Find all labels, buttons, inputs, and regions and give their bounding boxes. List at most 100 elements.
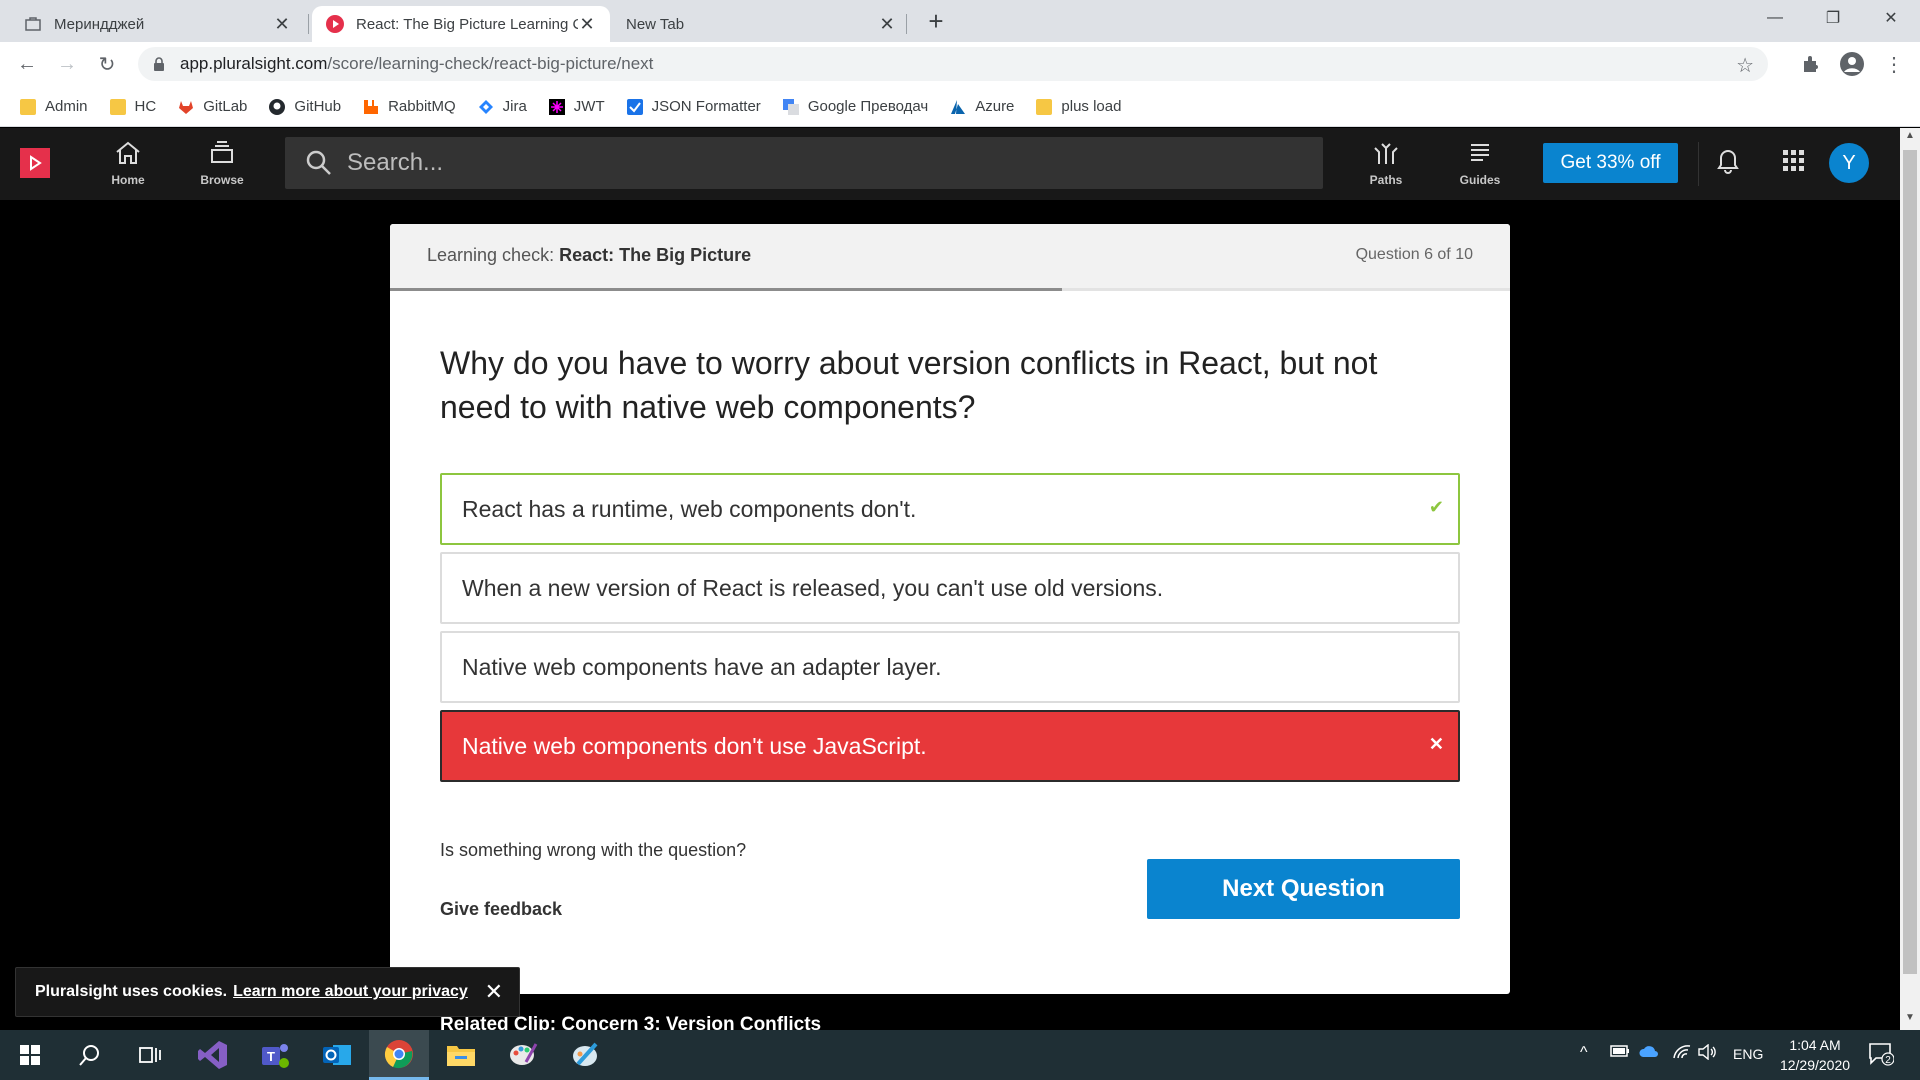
paint-icon[interactable] [493,1030,553,1080]
windows-start-icon[interactable] [0,1030,60,1080]
file-explorer-icon[interactable] [431,1030,491,1080]
scroll-up-arrow-icon[interactable]: ▲ [1900,130,1920,146]
jwt-icon [548,98,565,115]
paths-icon [1374,143,1398,164]
wifi-icon[interactable] [1672,1044,1692,1063]
bookmark-gitlab[interactable]: GitLab [178,98,247,115]
back-button[interactable]: ← [13,50,41,78]
tab-new-tab[interactable]: New Tab ✕ [612,6,910,42]
bookmark-hc[interactable]: HC [109,98,157,115]
close-icon[interactable]: ✕ [273,14,291,35]
answer-option-4[interactable]: Native web components don't use JavaScri… [440,710,1460,782]
bookmark-label: Google Преводач [807,98,929,115]
nav-browse[interactable]: Browse [187,140,257,190]
nav-paths[interactable]: Paths [1351,140,1421,190]
bookmark-label: JSON Formatter [651,98,761,115]
answer-option-2[interactable]: When a new version of React is released,… [440,552,1460,624]
avatar[interactable]: Y [1829,143,1869,183]
search-bar[interactable] [285,137,1323,189]
svg-text:T: T [267,1049,275,1064]
reload-button[interactable]: ↻ [93,50,121,78]
outlook-icon[interactable] [307,1030,367,1080]
question-counter: Question 6 of 10 [1355,246,1473,263]
windows-taskbar: T ^ ENG 1:04 AM 12/29/2020 2 [0,1030,1920,1080]
menu-kebab-icon[interactable]: ⋮ [1880,50,1908,78]
tab-label: New Tab [626,15,685,33]
restore-button[interactable]: ❐ [1804,0,1862,36]
tab-react-big-picture[interactable]: React: The Big Picture Learning C ✕ [312,6,610,42]
clock[interactable]: 1:04 AM 12/29/2020 [1765,1035,1865,1075]
bookmark-google-translate[interactable]: Google Преводач [782,98,929,115]
close-icon[interactable]: ✕ [485,979,503,1005]
answer-option-1[interactable]: React has a runtime, web components don'… [440,473,1460,545]
answer-option-3[interactable]: Native web components have an adapter la… [440,631,1460,703]
bookmark-star-icon[interactable]: ☆ [1736,53,1754,78]
battery-icon[interactable] [1610,1044,1630,1061]
browser-tab-strip: Мериндджей ✕ React: The Big Picture Lear… [0,0,1920,42]
visual-studio-icon[interactable] [183,1030,243,1080]
search-icon[interactable] [60,1030,120,1080]
tab-meriндджей[interactable]: Мериндджей ✕ [10,6,305,42]
bookmark-label: plus load [1061,98,1122,115]
profile-icon[interactable] [1838,50,1866,78]
notification-count: 2 [1885,1055,1891,1066]
nav-guides-label: Guides [1459,173,1501,187]
notifications-icon[interactable]: 2 [1868,1042,1895,1069]
chevron-up-icon[interactable]: ^ [1580,1044,1588,1062]
volume-icon[interactable] [1698,1043,1718,1063]
bookmark-azure[interactable]: Azure [950,98,1014,115]
bookmark-github[interactable]: GitHub [269,98,341,115]
nav-guides[interactable]: Guides [1445,140,1515,190]
minimize-button[interactable]: — [1746,0,1804,36]
task-view-icon[interactable] [120,1030,180,1080]
bookmark-jira[interactable]: Jira [478,98,527,115]
bookmark-label: JWT [573,98,605,115]
scrollbar-thumb[interactable] [1903,150,1917,974]
pluralsight-logo[interactable] [20,148,50,178]
answer-text: Native web components have an adapter la… [462,653,942,680]
close-icon[interactable]: ✕ [578,14,596,35]
tab-label: React: The Big Picture Learning C [356,15,578,33]
nav-home[interactable]: Home [93,140,163,190]
forward-button[interactable]: → [53,50,81,78]
privacy-link[interactable]: Learn more about your privacy [233,983,468,1001]
teams-icon[interactable]: T [245,1030,305,1080]
next-question-button[interactable]: Next Question [1147,859,1460,919]
nav-home-label: Home [111,173,145,187]
clock-time: 1:04 AM [1789,1037,1841,1053]
bell-icon[interactable] [1708,148,1748,198]
card-header: Learning check: React: The Big Picture Q… [390,224,1510,288]
bookmark-json-formatter[interactable]: JSON Formatter [626,98,761,115]
give-feedback-link[interactable]: Give feedback [440,899,562,920]
address-bar[interactable]: app.pluralsight.com/score/learning-check… [138,47,1768,81]
browser-toolbar: ← → ↻ app.pluralsight.com/score/learning… [0,42,1920,87]
bookmark-label: HC [134,98,157,115]
apps-grid-icon[interactable] [1774,150,1814,200]
window-close-button[interactable]: ✕ [1862,0,1920,36]
promo-button[interactable]: Get 33% off [1543,143,1678,183]
scroll-down-arrow-icon[interactable]: ▼ [1900,1012,1920,1028]
bookmark-rabbitmq[interactable]: RabbitMQ [363,98,456,115]
rabbitmq-icon [363,99,379,115]
bookmark-jwt[interactable]: JWT [548,98,605,115]
browse-icon [211,141,233,163]
extensions-icon[interactable] [1796,50,1824,78]
report-question-text: Is something wrong with the question? [440,840,747,860]
chrome-icon[interactable] [369,1030,429,1080]
github-icon [269,98,286,115]
page-scrollbar[interactable]: ▲ ▼ [1900,128,1920,1030]
bookmark-label: Admin [45,98,88,115]
onedrive-icon[interactable] [1638,1044,1660,1061]
new-tab-button[interactable]: + [922,8,950,36]
bookmark-label: GitHub [294,98,342,115]
search-input[interactable] [347,149,1247,177]
question-text: Why do you have to worry about version c… [440,345,1378,425]
bookmark-admin[interactable]: Admin [20,98,88,115]
cookie-text: Pluralsight uses cookies. [35,983,228,1000]
close-icon[interactable]: ✕ [878,14,896,35]
progress-fill [390,288,1062,291]
learning-check-card: Learning check: React: The Big Picture Q… [390,224,1510,994]
language-indicator[interactable]: ENG [1733,1046,1763,1062]
bookmark-plus-load[interactable]: plus load [1036,98,1121,115]
paint-3d-icon[interactable] [555,1030,615,1080]
